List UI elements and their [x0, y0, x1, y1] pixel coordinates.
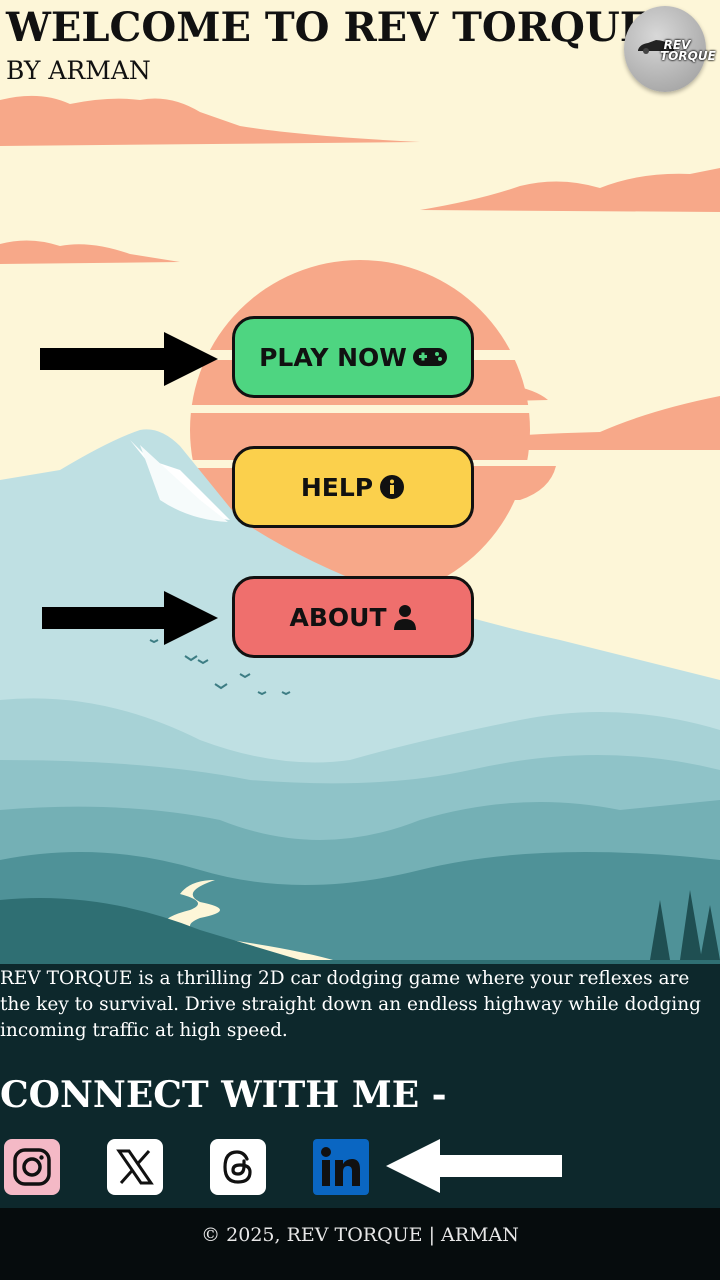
footer-copyright: © 2025, REV TORQUE | ARMAN: [201, 1224, 519, 1246]
connect-heading: CONNECT WITH ME -: [0, 1074, 447, 1116]
x-icon: [116, 1149, 154, 1185]
about-label: ABOUT: [289, 602, 387, 632]
page-subtitle: BY ARMAN: [6, 56, 151, 85]
page-title: WELCOME TO REV TORQUE: [6, 4, 651, 51]
info-icon: [379, 474, 405, 500]
arrow-right-icon: [42, 591, 218, 645]
game-description: REV TORQUE is a thrilling 2D car dodging…: [0, 966, 720, 1044]
play-now-label: PLAY NOW: [259, 342, 407, 372]
linkedin-link[interactable]: [313, 1139, 369, 1195]
about-button[interactable]: ABOUT: [232, 576, 474, 658]
x-link[interactable]: [107, 1139, 163, 1195]
description-line: the key to survival. Drive straight down…: [0, 994, 701, 1015]
description-line: REV TORQUE is a thrilling 2D car dodging…: [0, 968, 690, 989]
help-button[interactable]: HELP: [232, 446, 474, 528]
help-label: HELP: [300, 472, 374, 502]
instagram-icon: [13, 1148, 51, 1186]
threads-icon: [223, 1150, 252, 1184]
rev-torque-logo: REV TORQUE: [624, 6, 716, 92]
description-line: incoming traffic at high speed.: [0, 1020, 288, 1041]
play-now-button[interactable]: PLAY NOW: [232, 316, 474, 398]
linkedin-icon: [321, 1147, 360, 1186]
arrow-right-icon: [40, 332, 218, 386]
user-icon: [393, 604, 417, 630]
threads-link[interactable]: [210, 1139, 266, 1195]
gamepad-icon: [412, 346, 447, 368]
instagram-link[interactable]: [4, 1139, 60, 1195]
arrow-left-icon: [386, 1139, 562, 1193]
logo-text: REV TORQUE: [660, 38, 716, 63]
